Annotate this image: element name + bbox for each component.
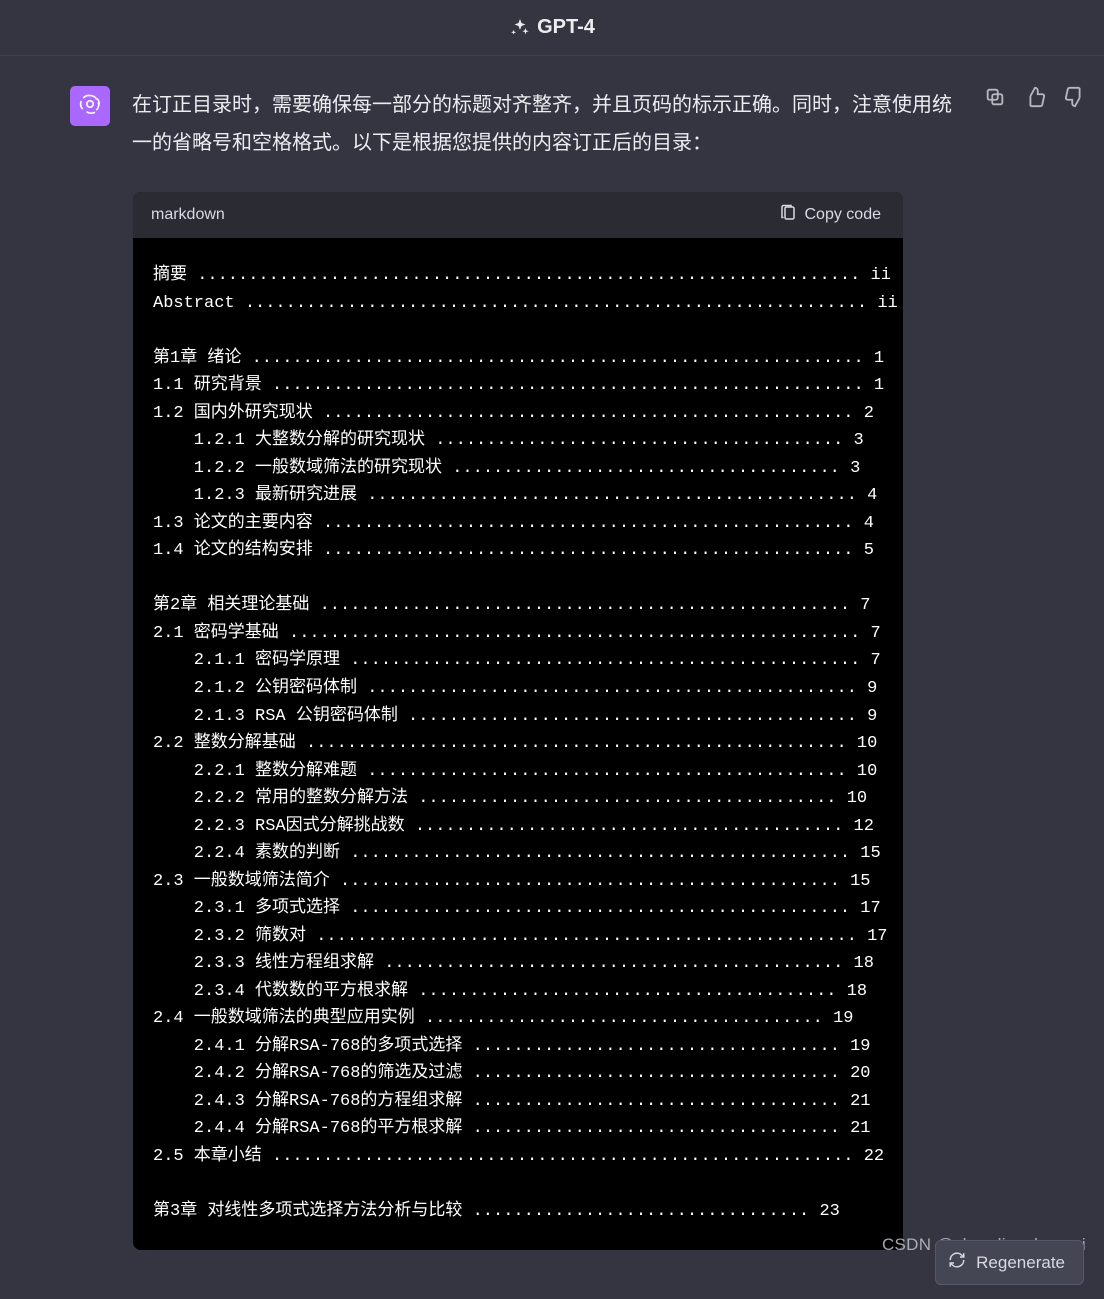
assistant-message-row: 在订正目录时，需要确保每一部分的标题对齐整齐，并且页码的标示正确。同时，注意使用… <box>0 56 1104 162</box>
page-header: GPT-4 <box>0 0 1104 56</box>
thumbs-down-button[interactable] <box>1062 84 1088 110</box>
thumbs-up-button[interactable] <box>1022 84 1048 110</box>
chat-page: GPT-4 在订正目录时，需要确保每一部分的标题对齐整齐，并且页码的标示正确。同… <box>0 0 1104 1299</box>
openai-icon <box>78 92 102 121</box>
copy-message-button[interactable] <box>982 84 1008 110</box>
regenerate-button[interactable]: Regenerate <box>935 1240 1084 1285</box>
assistant-message-text: 在订正目录时，需要确保每一部分的标题对齐整齐，并且页码的标示正确。同时，注意使用… <box>132 86 1104 162</box>
copy-code-button[interactable]: Copy code <box>775 200 886 231</box>
assistant-avatar <box>70 86 110 126</box>
sparkle-icon <box>509 16 537 39</box>
copy-code-label: Copy code <box>805 206 882 224</box>
code-language-label: markdown <box>151 206 225 224</box>
code-block-header: markdown Copy code <box>133 192 903 238</box>
clipboard-icon <box>779 204 797 227</box>
code-body[interactable]: 摘要 .....................................… <box>133 238 903 1250</box>
page-title: GPT-4 <box>537 16 595 39</box>
regenerate-label: Regenerate <box>976 1253 1065 1273</box>
feedback-bar <box>982 84 1088 110</box>
code-block: markdown Copy code 摘要 ..................… <box>133 192 903 1250</box>
refresh-icon <box>948 1251 966 1274</box>
